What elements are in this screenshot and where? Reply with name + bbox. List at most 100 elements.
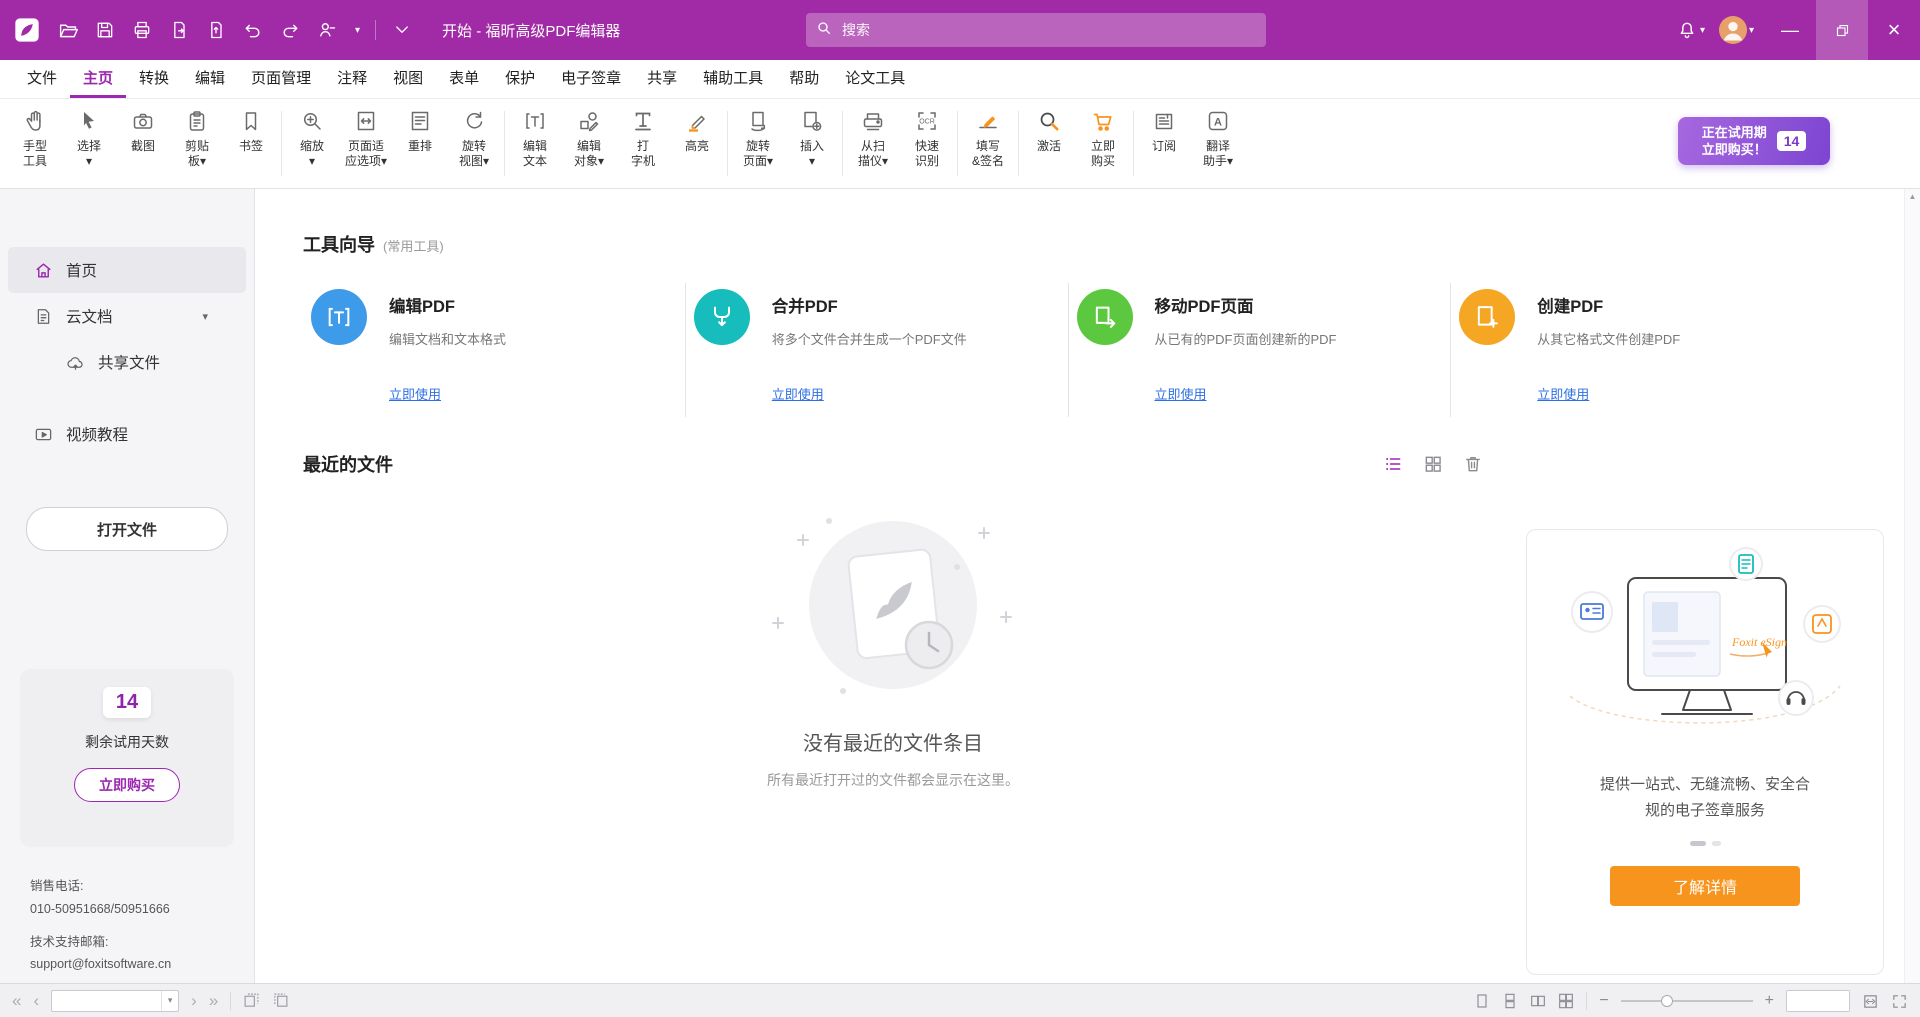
next-view-icon[interactable] [272,992,289,1009]
menu-accessibility[interactable]: 辅助工具 [690,60,776,98]
toolbar-options-icon[interactable] [391,19,413,41]
tool-reflow[interactable]: 重排 [393,99,447,188]
use-now-link[interactable]: 立即使用 [389,384,675,403]
tool-card-merge-pdf[interactable]: 合并PDF 将多个文件合并生成一个PDF文件 立即使用 [686,283,1069,417]
use-now-link[interactable]: 立即使用 [1537,384,1823,403]
cloud-caret-icon[interactable]: ▾ [202,310,208,323]
learn-more-button[interactable]: 了解详情 [1610,866,1800,906]
last-page-button[interactable]: » [209,992,218,1009]
menu-help[interactable]: 帮助 [776,60,832,98]
prev-view-icon[interactable] [243,992,260,1009]
menu-page-manage[interactable]: 页面管理 [238,60,324,98]
tool-select[interactable]: 选择 ▾ [62,99,116,188]
menu-home[interactable]: 主页 [70,60,126,98]
page-number-input[interactable] [52,994,161,1008]
tool-page-fit[interactable]: 页面适 应选项▾ [339,99,393,188]
tool-bookmark[interactable]: 书签 [224,99,278,188]
support-email-link[interactable]: support@foxitsoftware.cn [30,955,254,974]
menu-convert[interactable]: 转换 [126,60,182,98]
notifications-caret-icon[interactable]: ▾ [1700,25,1705,36]
menu-edit[interactable]: 编辑 [182,60,238,98]
next-page-button[interactable]: › [191,992,197,1009]
carousel-dot-1[interactable] [1690,841,1706,846]
save-icon[interactable] [94,19,116,41]
fit-page-icon[interactable] [1862,993,1879,1010]
list-view-toggle[interactable] [1383,454,1403,474]
zoom-slider-knob[interactable] [1661,995,1673,1007]
tool-snapshot[interactable]: 截图 [116,99,170,188]
notifications-bell-icon[interactable] [1676,19,1698,41]
menu-esign[interactable]: 电子签章 [548,60,634,98]
tool-activate[interactable]: 激活 [1022,99,1076,188]
tool-zoom[interactable]: 缩放 ▾ [285,99,339,188]
search-box[interactable] [806,13,1266,47]
facing-view-icon[interactable] [1530,993,1546,1009]
tool-card-edit-pdf[interactable]: 编辑PDF 编辑文档和文本格式 立即使用 [303,283,686,417]
print-icon[interactable] [131,19,153,41]
tool-subscribe[interactable]: 订阅 [1137,99,1191,188]
menu-share[interactable]: 共享 [634,60,690,98]
menu-paper-tools[interactable]: 论文工具 [832,60,918,98]
page-number-caret-icon[interactable]: ▾ [161,991,178,1011]
redo-icon[interactable] [279,19,301,41]
scroll-up-arrow[interactable]: ▲ [1905,192,1920,201]
open-file-icon[interactable] [57,19,79,41]
menu-view[interactable]: 视图 [380,60,436,98]
fullscreen-icon[interactable] [1891,993,1908,1010]
trial-buy-badge[interactable]: 正在试用期 立即购买！ 14 [1678,117,1830,165]
open-file-button[interactable]: 打开文件 [26,507,228,551]
menu-file[interactable]: 文件 [14,60,70,98]
tool-highlight[interactable]: 高亮 [670,99,724,188]
tool-clipboard[interactable]: 剪贴 板▾ [170,99,224,188]
search-input[interactable] [840,21,1256,39]
esign-caret-icon[interactable]: ▾ [355,25,360,36]
tool-card-move-pages[interactable]: 移动PDF页面 从已有的PDF页面创建新的PDF 立即使用 [1069,283,1452,417]
tool-edit-text[interactable]: 编辑 文本 [508,99,562,188]
restore-button[interactable] [1816,0,1868,60]
grid-view-toggle[interactable] [1423,454,1443,474]
tool-card-create-pdf[interactable]: 创建PDF 从其它格式文件创建PDF 立即使用 [1451,283,1833,417]
tool-rotate-view[interactable]: 旋转 视图▾ [447,99,501,188]
single-page-view-icon[interactable] [1474,993,1490,1009]
sidebar-item-home[interactable]: 首页 [8,247,246,293]
zoom-percent-input[interactable] [1787,991,1849,1011]
continuous-view-icon[interactable] [1502,993,1518,1009]
account-caret-icon[interactable]: ▾ [1749,25,1754,36]
undo-icon[interactable] [242,19,264,41]
menu-protect[interactable]: 保护 [492,60,548,98]
tool-insert[interactable]: 插入 ▾ [785,99,839,188]
tool-hand[interactable]: 手型 工具 [8,99,62,188]
content-scrollbar[interactable]: ▲ [1904,189,1920,983]
sidebar-item-shared-files[interactable]: 共享文件 [8,339,246,385]
tool-from-scanner[interactable]: 从扫 描仪▾ [846,99,900,188]
tool-rotate-pages[interactable]: 旋转 页面▾ [731,99,785,188]
esign-tool-icon[interactable] [316,19,338,41]
zoom-in-button[interactable]: + [1765,993,1774,1009]
close-button[interactable]: × [1868,0,1920,60]
tool-edit-object[interactable]: 编辑 对象▾ [562,99,616,188]
tool-typewriter[interactable]: 打 字机 [616,99,670,188]
sidebar-item-cloud-docs[interactable]: 云文档 ▾ [8,293,246,339]
tool-translate[interactable]: A 翻译 助手▾ [1191,99,1245,188]
menu-form[interactable]: 表单 [436,60,492,98]
zoom-slider[interactable] [1621,994,1753,1008]
tool-ocr[interactable]: OCR 快速 识别 [900,99,954,188]
zoom-out-button[interactable]: − [1599,993,1608,1009]
sidebar-item-video-tutorials[interactable]: 视频教程 [8,411,246,457]
use-now-link[interactable]: 立即使用 [772,384,1058,403]
minimize-button[interactable]: — [1764,0,1816,60]
tool-fill-sign[interactable]: 填写 &签名 [961,99,1015,188]
prev-page-button[interactable]: ‹ [33,992,39,1009]
use-now-link[interactable]: 立即使用 [1155,384,1441,403]
user-avatar[interactable] [1719,16,1747,44]
facing-continuous-view-icon[interactable] [1558,993,1574,1009]
clear-recent-trash-icon[interactable] [1463,454,1483,474]
buy-now-button[interactable]: 立即购买 [74,768,180,802]
menu-comment[interactable]: 注释 [324,60,380,98]
first-page-button[interactable]: « [12,992,21,1009]
tool-buy-now[interactable]: 立即 购买 [1076,99,1130,188]
move-pages-icon [1077,289,1133,345]
carousel-dot-2[interactable] [1712,841,1721,846]
share-doc-icon[interactable] [205,19,227,41]
export-doc-icon[interactable] [168,19,190,41]
